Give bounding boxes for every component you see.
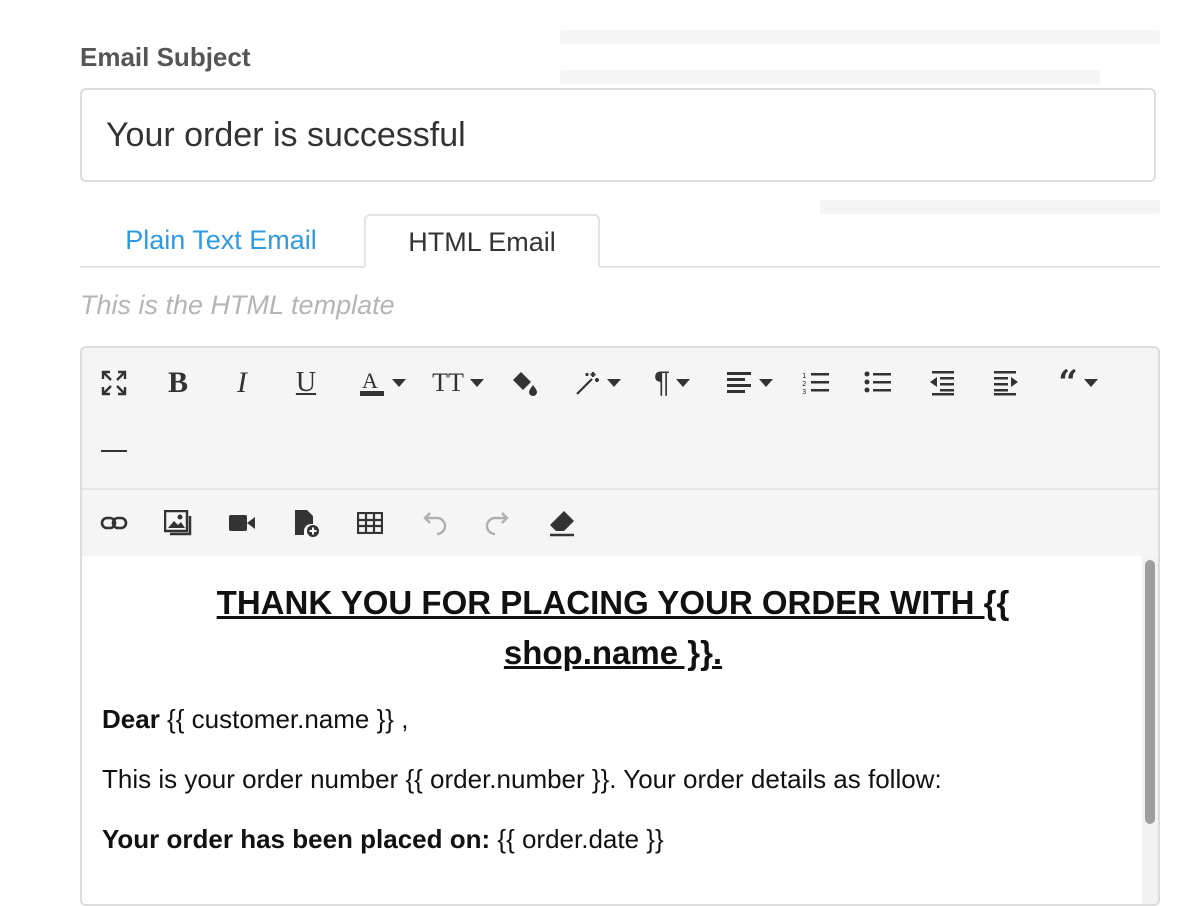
- svg-text:2: 2: [802, 380, 806, 388]
- html-editor: B I U A TT ¶ 1 2 3 “ THANK YOU FOR PLACI…: [80, 346, 1160, 906]
- placed-on-label: Your order has been placed on:: [102, 824, 491, 854]
- font-size-icon[interactable]: TT: [426, 360, 490, 406]
- magic-wand-icon[interactable]: [566, 360, 628, 406]
- underline-icon[interactable]: U: [282, 360, 330, 406]
- background-ghost-text: [560, 70, 1100, 84]
- tab-plain-text-email[interactable]: Plain Text Email: [80, 214, 362, 266]
- chevron-down-icon: [1083, 379, 1098, 387]
- horizontal-rule-icon[interactable]: [90, 428, 138, 474]
- toolbar-row-formatting: B I U A TT ¶ 1 2 3 “: [82, 348, 1158, 490]
- chevron-down-icon: [676, 379, 691, 387]
- font-color-icon[interactable]: A: [352, 360, 412, 406]
- quote-icon[interactable]: “: [1046, 360, 1110, 406]
- redo-icon[interactable]: [474, 500, 522, 546]
- insert-file-icon[interactable]: [282, 500, 330, 546]
- greeting-line: Dear {{ customer.name }} ,: [102, 704, 408, 735]
- link-icon[interactable]: [90, 500, 138, 546]
- order-date-line: Your order has been placed on: {{ order.…: [102, 824, 664, 855]
- email-headline: THANK YOU FOR PLACING YOUR ORDER WITH {{…: [216, 584, 1010, 671]
- dear-label: Dear: [102, 704, 160, 734]
- svg-text:A: A: [362, 368, 378, 393]
- table-icon[interactable]: [346, 500, 394, 546]
- customer-name-placeholder: {{ customer.name }} ,: [159, 704, 409, 734]
- chevron-down-icon: [469, 379, 484, 387]
- paragraph-glyph: ¶: [653, 366, 671, 399]
- email-type-tabs: Plain Text Email HTML Email: [80, 214, 1160, 268]
- italic-icon[interactable]: I: [218, 360, 266, 406]
- background-ghost-text: [560, 30, 1160, 44]
- bold-icon[interactable]: B: [154, 360, 202, 406]
- unordered-list-icon[interactable]: [854, 360, 902, 406]
- order-number-line: This is your order number {{ order.numbe…: [102, 764, 942, 794]
- ordered-list-icon[interactable]: 123: [792, 360, 840, 406]
- editor-scrollbar[interactable]: [1142, 556, 1158, 904]
- image-icon[interactable]: [154, 500, 202, 546]
- tab-html-email[interactable]: HTML Email: [364, 214, 600, 268]
- chevron-down-icon: [607, 379, 621, 387]
- font-size-glyph: TT: [432, 368, 464, 397]
- outdent-icon[interactable]: [918, 360, 966, 406]
- video-icon[interactable]: [218, 500, 266, 546]
- order-date-placeholder: {{ order.date }}: [490, 824, 664, 854]
- indent-icon[interactable]: [982, 360, 1030, 406]
- fullscreen-icon[interactable]: [90, 360, 138, 406]
- paragraph-icon[interactable]: ¶: [642, 360, 702, 406]
- paint-bucket-icon[interactable]: [500, 360, 548, 406]
- svg-text:3: 3: [802, 388, 806, 396]
- email-subject-label: Email Subject: [80, 42, 251, 72]
- background-ghost-text: [820, 200, 1160, 214]
- template-hint: This is the HTML template: [80, 290, 395, 320]
- svg-text:1: 1: [802, 372, 806, 380]
- editor-toolbar: B I U A TT ¶ 1 2 3 “: [82, 348, 1158, 558]
- chevron-down-icon: [759, 379, 773, 387]
- email-subject-input[interactable]: Your order is successful: [80, 88, 1156, 182]
- undo-icon[interactable]: [410, 500, 458, 546]
- chevron-down-icon: [392, 379, 406, 387]
- editor-content[interactable]: THANK YOU FOR PLACING YOUR ORDER WITH {{…: [82, 556, 1144, 904]
- toolbar-row-insert: [82, 490, 1158, 556]
- scrollbar-thumb[interactable]: [1145, 560, 1155, 824]
- quote-glyph: “: [1058, 363, 1078, 403]
- align-icon[interactable]: [718, 360, 780, 406]
- eraser-icon[interactable]: [538, 500, 586, 546]
